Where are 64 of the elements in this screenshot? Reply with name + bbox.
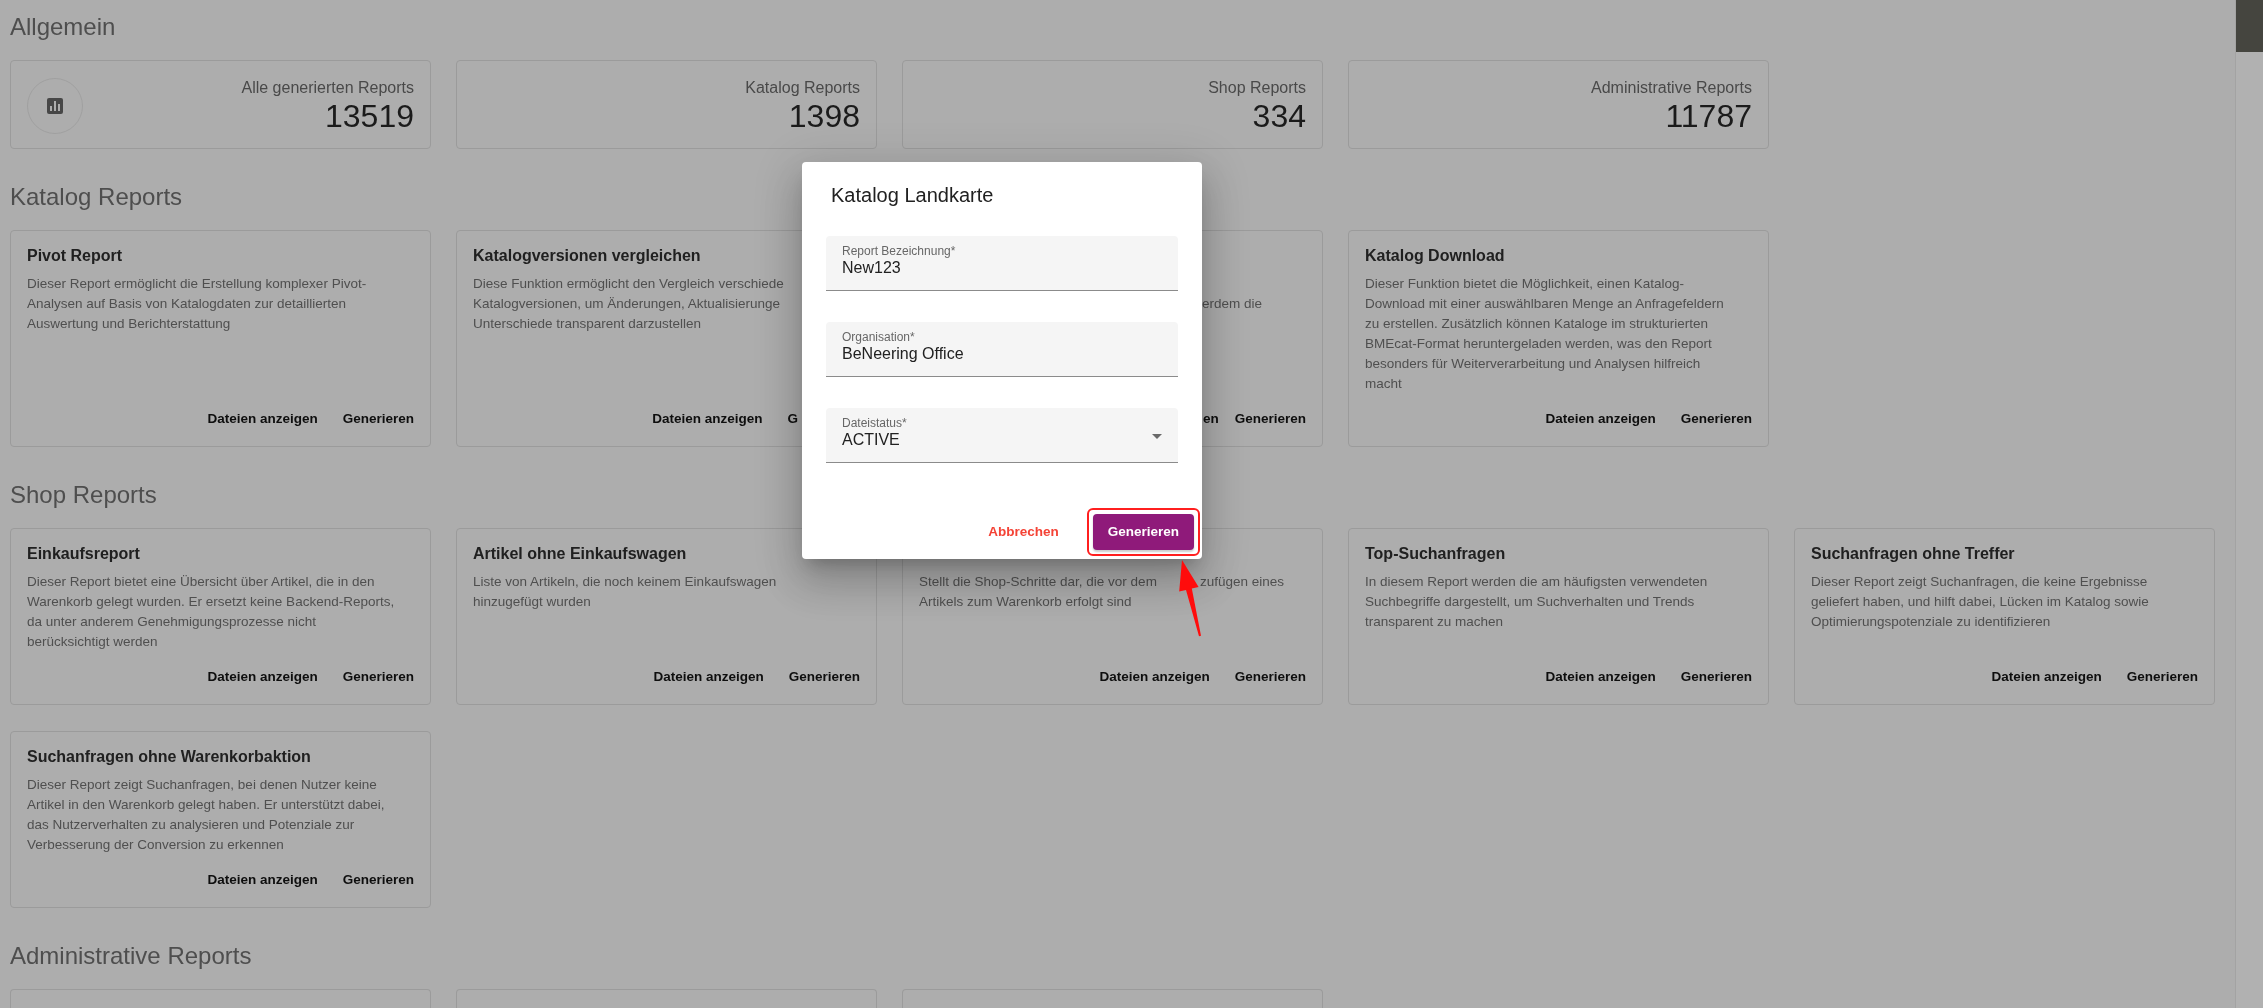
generate-button[interactable]: Generieren — [338, 862, 418, 898]
stat-value: 334 — [1252, 98, 1306, 134]
view-files-button[interactable]: Dateien anzeigen — [203, 659, 322, 695]
generate-button[interactable]: Generieren — [784, 659, 864, 695]
generate-button[interactable]: Generieren — [1092, 514, 1194, 550]
card-description: Dieser Report zeigt Suchanfragen, bei denen Nutzer keine Artikel in den Warenkorb gelegt haben. Er unterstützt dabei, das Nutzerverhalten zu analysieren und Potenziale zur Verbesserung der Conversion zu erkennen — [27, 776, 385, 854]
card-title: Einkaufsreport — [27, 544, 140, 564]
description-text: Artikels zum Warenkorb erfolgt sind — [919, 593, 1132, 611]
field-label: Report Bezeichnung* — [842, 244, 956, 258]
card-description: erdem die — [1202, 295, 1263, 313]
view-files-button[interactable]: Dateien anzeigen — [203, 401, 322, 437]
generate-button[interactable]: Generieren — [338, 659, 418, 695]
scrollbar-thumb[interactable] — [2236, 0, 2263, 52]
generate-button[interactable]: Generieren — [1676, 401, 1756, 437]
view-files-button[interactable]: Dateien anzeigen — [649, 659, 768, 695]
stat-label: Alle generierten Reports — [241, 78, 414, 98]
card-title: Suchanfragen ohne Treffer — [1811, 544, 2015, 564]
field-label: Organisation* — [842, 330, 915, 344]
card-description: Diese Funktion ermöglicht den Vergleich verschiede Katalogversionen, um Änderungen, Aktualisierunge Unterschiede transparent darzustellen — [473, 275, 784, 333]
field-label: Dateistatus* — [842, 416, 907, 430]
stat-label: Administrative Reports — [1591, 78, 1752, 98]
card-title: Katalog Download — [1365, 246, 1505, 266]
card-title: Katalogversionen vergleichen — [473, 246, 701, 266]
text-field[interactable]: Organisation* BeNeering Office — [826, 322, 1178, 377]
view-files-button[interactable]: Dateien anzeigen — [648, 401, 767, 437]
view-files-button[interactable]: Dateien anzeigen — [203, 862, 322, 898]
card-title: Suchanfragen ohne Warenkorbaktion — [27, 747, 311, 767]
dropdown-field[interactable]: Dateistatus* ACTIVE — [826, 408, 1178, 463]
generate-button[interactable]: Generieren — [1676, 659, 1756, 695]
description-text: Stellt die Shop-Schritte dar, die vor dem — [919, 573, 1157, 591]
card-description: Dieser Report zeigt Suchanfragen, die keine Ergebnisse geliefert haben, und hilft dabei, Lücken im Katalog sowie Optimierungspotenziale zu identifizieren — [1811, 573, 2149, 631]
stat-value: 1398 — [788, 98, 860, 134]
section-heading: Katalog Reports — [10, 182, 183, 212]
card-description: In diesem Report werden die am häufigsten verwendeten Suchbegriffe dargestellt, um Suchverhalten und Trends transparent zu machen — [1365, 573, 1708, 631]
card-title: Top-Suchanfragen — [1365, 544, 1506, 564]
card-description: Dieser Report ermöglicht die Erstellung komplexer Pivot- Analysen auf Basis von Katalogdaten zur detaillierten Auswertung und Berichterstattung — [27, 275, 367, 333]
arrow-icon — [1177, 559, 1202, 637]
section-heading: Allgemein — [10, 12, 116, 42]
generate-button[interactable]: Generieren — [1230, 659, 1310, 695]
card-description: Liste von Artikeln, die noch keinem Einkaufswagen hinzugefügt wurden — [473, 573, 777, 611]
generate-button[interactable]: G — [783, 401, 802, 437]
generate-button[interactable]: Generieren — [2122, 659, 2202, 695]
description-text: zufügen eines — [1199, 573, 1284, 591]
section-heading: Administrative Reports — [10, 941, 252, 971]
stat-value: 11787 — [1665, 98, 1752, 134]
dialog-title: Katalog Landkarte — [831, 183, 994, 208]
text-field[interactable]: Report Bezeichnung* New123 — [826, 236, 1178, 291]
view-files-button[interactable]: Dateien anzeigen — [1095, 659, 1214, 695]
dropdown-caret-icon — [1152, 433, 1162, 439]
card-description: Dieser Report bietet eine Übersicht über Artikel, die in den Warenkorb gelegt wurden. Er ersetzt keine Backend-Reports, da unter anderem Genehmigungsprozesse nicht berücksichtigt werden — [27, 573, 395, 651]
view-files-button[interactable]: Dateien anzeigen — [1987, 659, 2106, 695]
stat-label: Shop Reports — [1208, 78, 1306, 98]
stat-label: Katalog Reports — [745, 78, 860, 98]
generate-button[interactable]: Generieren — [338, 401, 418, 437]
card-description: Dieser Funktion bietet die Möglichkeit, einen Katalog- Download mit einer auswählbaren Menge an Anfragefeldern zu erstellen. Zusätzlich können Kataloge im strukturierten BMEcat-Format heruntergeladen werden, was den Report besonders für Weiterverarbeitung und Analysen hilfreich macht — [1365, 275, 1724, 393]
view-files-button[interactable]: en — [1198, 401, 1223, 437]
stat-value: 13519 — [325, 98, 414, 134]
view-files-button[interactable]: Dateien anzeigen — [1541, 659, 1660, 695]
card-title: Artikel ohne Einkaufswagen — [473, 544, 687, 564]
cancel-button[interactable]: Abbrechen — [972, 514, 1075, 550]
card-title: Pivot Report — [27, 246, 123, 266]
view-files-button[interactable]: Dateien anzeigen — [1541, 401, 1660, 437]
generate-button[interactable]: Generieren — [1230, 401, 1310, 437]
section-heading: Shop Reports — [10, 480, 157, 510]
